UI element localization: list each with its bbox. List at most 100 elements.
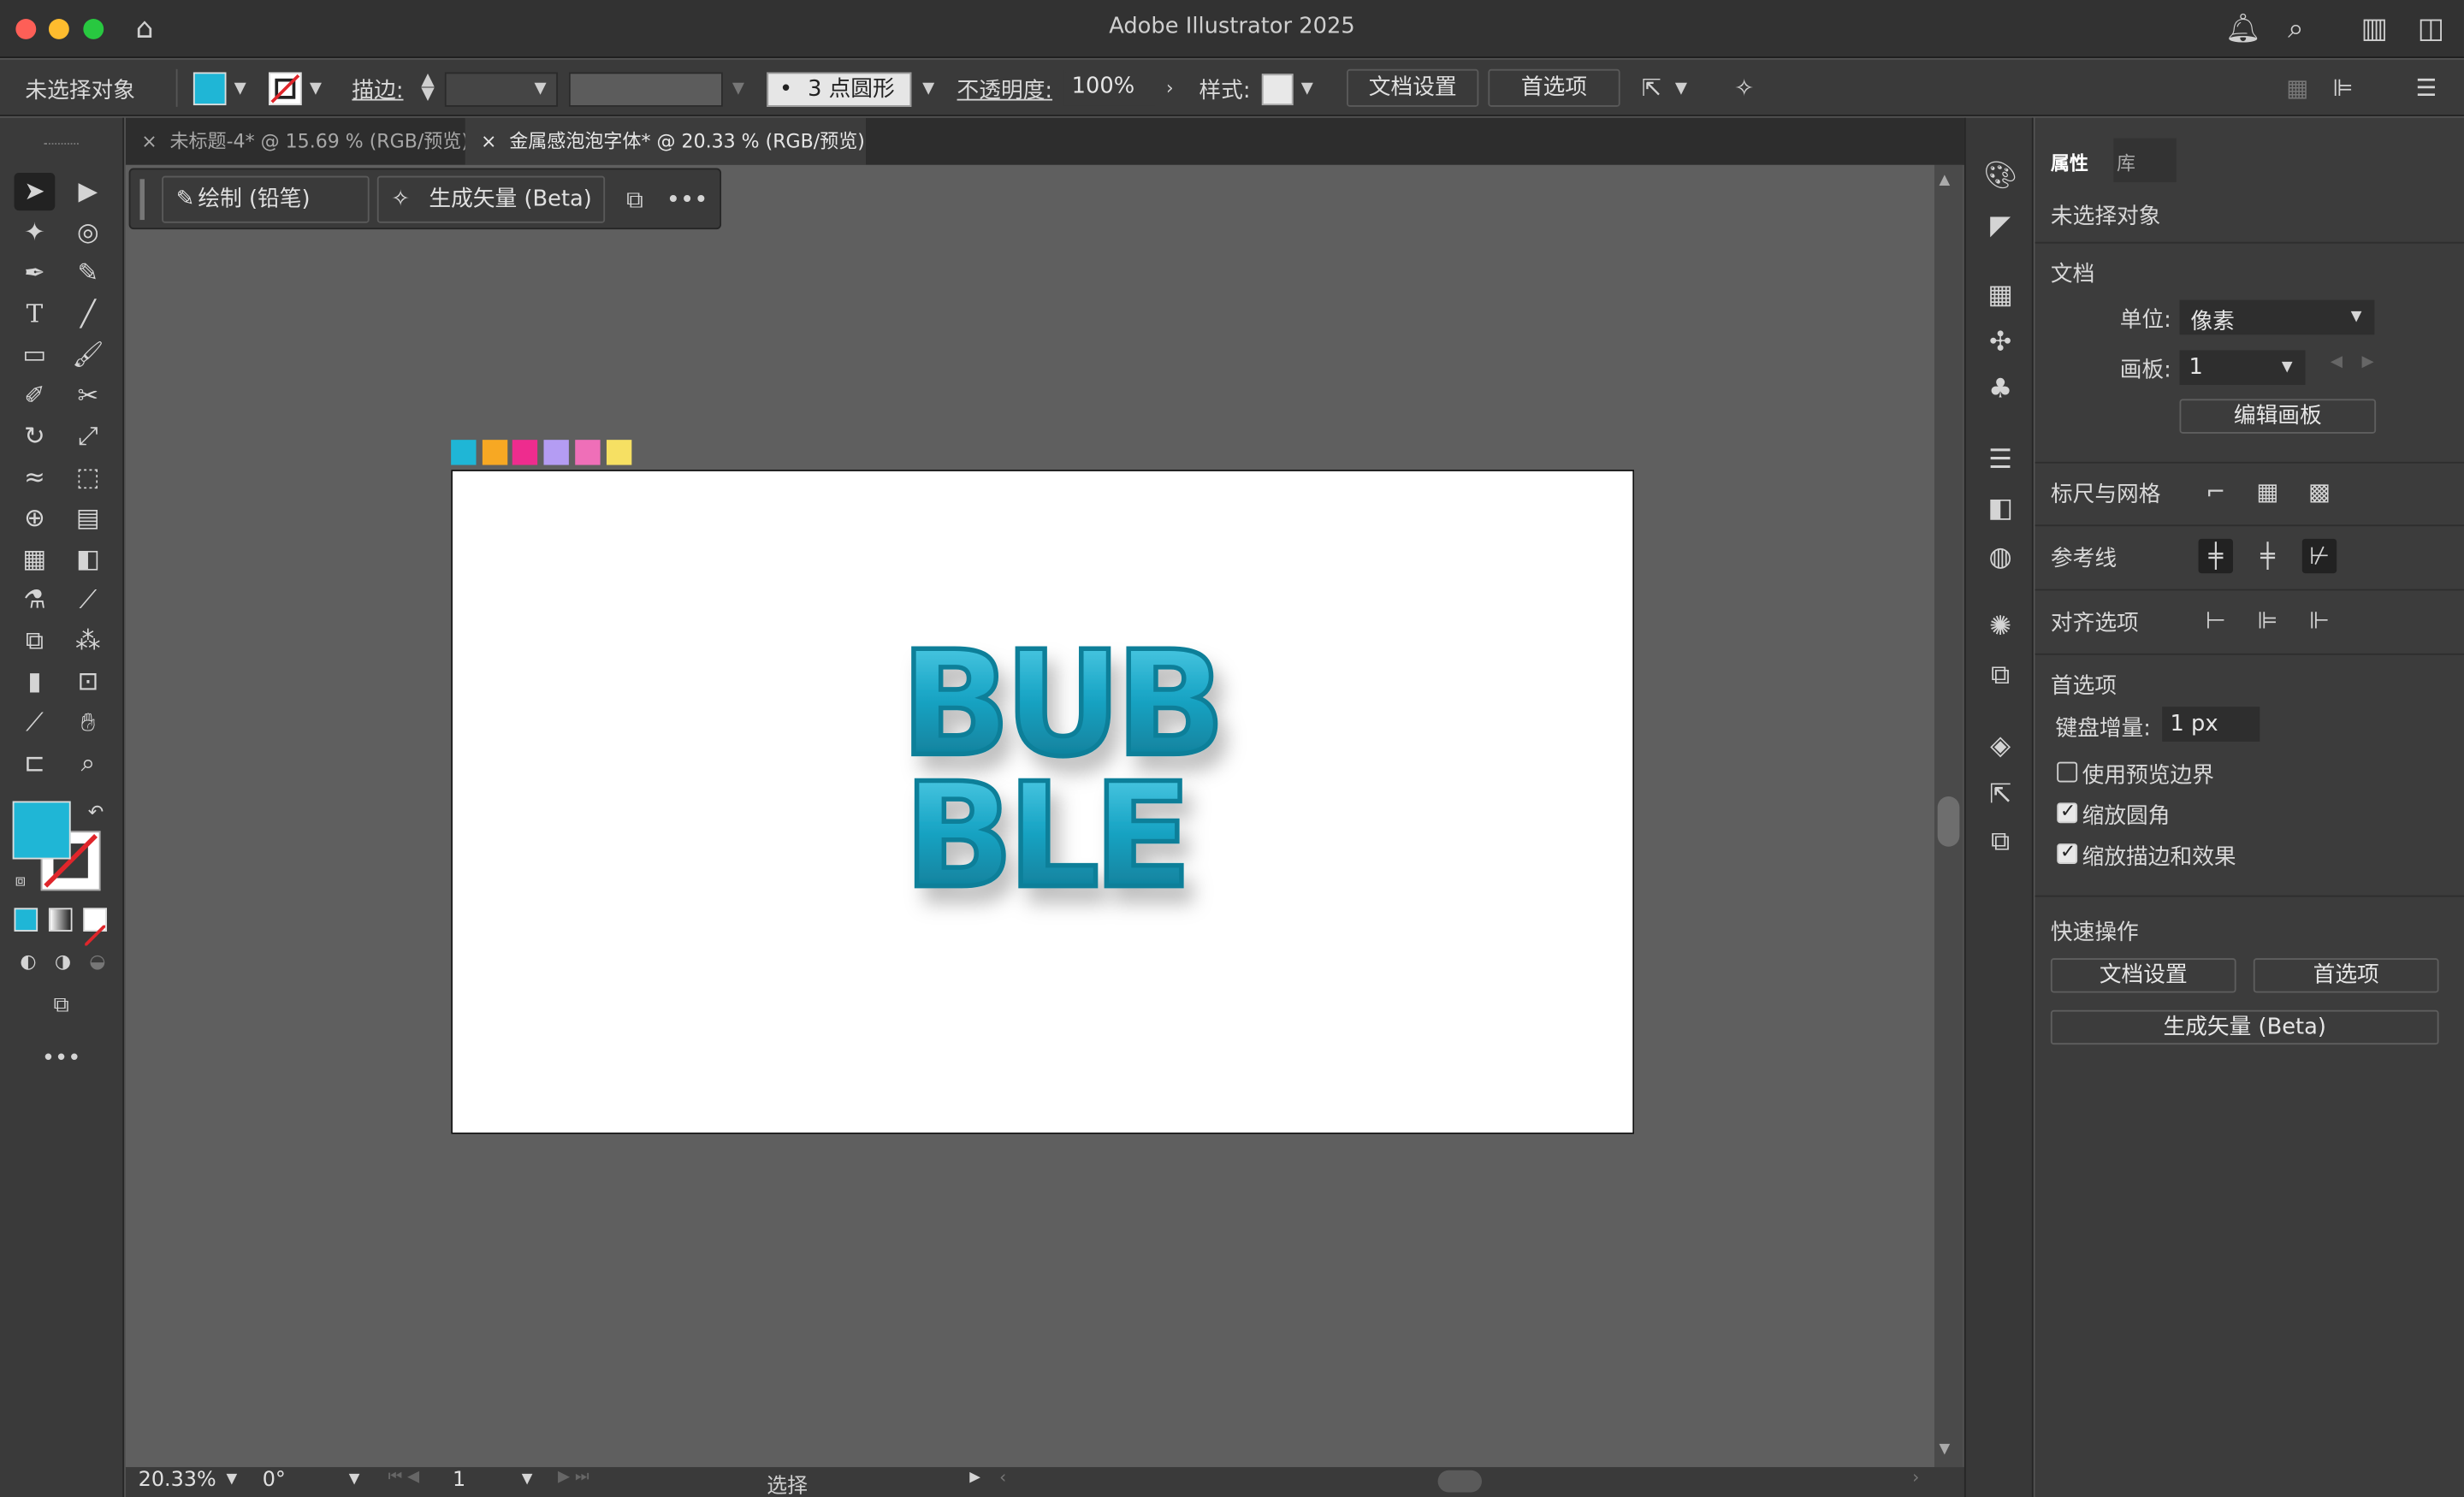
shape-builder-tool-icon[interactable]: ⊕ (15, 500, 56, 537)
chevron-down-icon[interactable]: ▼ (310, 80, 322, 98)
hand-tool-icon[interactable]: ✋︎ (68, 704, 109, 742)
fill-indicator[interactable] (12, 801, 71, 860)
artboards-panel-icon[interactable]: ⧉ (1983, 825, 2017, 859)
scale-corners-checkbox[interactable] (2057, 800, 2078, 824)
stroke-panel-icon[interactable]: ☰ (1983, 443, 2017, 477)
rotate-tool-icon[interactable]: ↻ (15, 417, 56, 455)
image-add-icon[interactable]: ⧉ (618, 182, 652, 216)
color-panel-icon[interactable]: 🎨︎ (1983, 158, 2017, 192)
first-artboard-icon[interactable]: ⏮ ◀ (388, 1469, 420, 1486)
warp-tool-icon[interactable]: ≈ (15, 459, 56, 496)
scroll-right-icon[interactable]: › (1912, 1467, 1919, 1488)
align-to-key-icon[interactable]: ⊩ (2302, 603, 2337, 637)
unit-select[interactable]: 像素 ▼ (2179, 299, 2375, 335)
panel-layout-icon[interactable]: ◫ (2414, 13, 2448, 47)
none-mode-icon[interactable] (83, 908, 107, 947)
close-icon[interactable]: × (481, 130, 496, 152)
type-tool-icon[interactable]: T (15, 295, 56, 333)
color-swatch-yellow[interactable] (606, 440, 632, 465)
brush-definition-select[interactable]: • 3 点圆形 (767, 72, 912, 107)
color-swatch-lavender[interactable] (543, 440, 569, 465)
preferences-button[interactable]: 首选项 (1488, 68, 1620, 107)
vertical-scrollbar[interactable]: ▲ ▼ (1934, 164, 1964, 1468)
blend-tool-icon[interactable]: ⧉ (15, 622, 56, 660)
brushes-panel-icon[interactable]: ✣ (1983, 325, 2017, 359)
generate-vector-button[interactable]: ✧ 生成矢量 (Beta) (376, 175, 606, 223)
search-icon[interactable]: ⌕ (2278, 13, 2313, 47)
print-tiling-tool-icon[interactable]: ⊏ (15, 744, 56, 782)
lasso-tool-icon[interactable]: ◎ (68, 214, 109, 251)
pen-tool-icon[interactable]: ✒ (15, 254, 56, 292)
mesh-tool-icon[interactable]: ▦ (15, 541, 56, 578)
fill-color-swatch[interactable] (192, 72, 227, 106)
column-graph-tool-icon[interactable]: ▮ (15, 663, 56, 701)
symbol-sprayer-tool-icon[interactable]: ⁂ (68, 622, 109, 660)
chevron-down-icon[interactable]: ▼ (1301, 80, 1313, 98)
free-transform-tool-icon[interactable]: ⬚ (68, 459, 109, 496)
appearance-panel-icon[interactable]: ✺ (1983, 609, 2017, 643)
color-swatch-pink[interactable] (575, 440, 601, 465)
default-colors-icon[interactable]: ⧈ (0, 862, 41, 900)
scale-tool-icon[interactable]: ⤢ (68, 417, 109, 455)
rotation-select[interactable]: 0° ▼ (258, 1468, 371, 1497)
workspace-switcher-icon[interactable]: ▥ (2357, 13, 2391, 47)
layers-panel-icon[interactable]: ◈ (1983, 729, 2017, 763)
eyedropper-tool-icon[interactable]: ⟋ (68, 581, 109, 618)
zoom-select[interactable]: 20.33% ▼ (132, 1468, 249, 1497)
smart-guides-icon[interactable]: ⊬ (2301, 538, 2337, 574)
gradient-mode-icon[interactable] (48, 908, 73, 932)
chevron-down-icon[interactable]: ▼ (1675, 80, 1687, 98)
scale-strokes-checkbox[interactable] (2057, 840, 2078, 864)
color-swatch-orange[interactable] (482, 440, 508, 465)
scroll-down-icon[interactable]: ▼ (1939, 1442, 1950, 1458)
bubble-text-artwork[interactable]: BUB BLE (453, 471, 1636, 1136)
lock-guides-icon[interactable]: ╪ (2250, 539, 2284, 573)
align-to-pixel-icon[interactable]: ⊢ (2199, 603, 2233, 637)
arrange-icon[interactable]: ⇱ (1634, 71, 1668, 105)
graphic-style-swatch[interactable] (1261, 74, 1294, 106)
magic-wand-tool-icon[interactable]: ✦ (15, 214, 56, 251)
document-setup-button[interactable]: 文档设置 (1347, 68, 1479, 107)
more-tools-icon[interactable]: ••• (41, 1040, 82, 1078)
horizontal-scroll-thumb[interactable] (1437, 1470, 1483, 1493)
stepper-icon[interactable]: ▲ ▼ (421, 71, 435, 103)
previous-artboard-icon[interactable]: ◀ (2331, 353, 2343, 370)
artboard-select[interactable]: 1 ▼ (2179, 350, 2306, 385)
curvature-tool-icon[interactable]: ✎ (68, 254, 109, 292)
draw-pencil-button[interactable]: ✎ 绘制 (铅笔) (162, 175, 370, 223)
slice-tool-icon[interactable]: ⟋ (15, 704, 56, 742)
grid-icon[interactable]: ▦ (2250, 475, 2284, 509)
scroll-thumb[interactable] (1937, 796, 1960, 847)
line-tool-icon[interactable]: ╱ (68, 295, 109, 333)
color-swatch-magenta[interactable] (512, 440, 538, 465)
opacity-label[interactable]: 不透明度: (957, 74, 1053, 105)
menu-icon[interactable]: ☰ (2409, 71, 2443, 105)
scroll-left-icon[interactable]: ‹ (999, 1467, 1006, 1488)
perspective-grid-tool-icon[interactable]: ▤ (68, 500, 109, 537)
asset-export-panel-icon[interactable]: ⇱ (1983, 778, 2017, 812)
gradient-panel-icon[interactable]: ◧ (1983, 492, 2017, 526)
tab-metallic-bubble-font[interactable]: × 金属感泡泡字体* @ 20.33 % (RGB/预览) (465, 117, 867, 165)
color-swatch-cyan[interactable] (451, 440, 477, 465)
quick-preferences-button[interactable]: 首选项 (2253, 958, 2439, 993)
scissors-tool-icon[interactable]: ✂ (68, 377, 109, 415)
quick-generate-vector-button[interactable]: 生成矢量 (Beta) (2050, 1009, 2439, 1045)
artboard-tool-icon[interactable]: ⊡ (68, 663, 109, 701)
paintbrush-tool-icon[interactable]: 🖌︎ (68, 336, 109, 374)
screen-mode-icon[interactable]: ⧉ (41, 986, 82, 1024)
shaper-tool-icon[interactable]: ✐ (15, 377, 56, 415)
tab-library[interactable]: 库 (2113, 138, 2177, 183)
show-guides-icon[interactable]: ╪ (2198, 538, 2233, 574)
edit-artboard-button[interactable]: 编辑画板 (2179, 399, 2377, 434)
scroll-up-icon[interactable]: ▲ (1939, 173, 1950, 188)
stroke-label[interactable]: 描边: (352, 74, 403, 105)
close-icon[interactable]: × (141, 130, 157, 152)
gradient-tool-icon[interactable]: ◧ (68, 541, 109, 578)
chevron-down-icon[interactable]: ▼ (534, 80, 546, 98)
zoom-tool-icon[interactable]: ⌕ (68, 744, 109, 782)
selection-tool-icon[interactable]: ➤ (14, 172, 56, 211)
last-artboard-icon[interactable]: ▶ ⏭ (558, 1469, 589, 1486)
chevron-down-icon[interactable]: ▼ (922, 80, 934, 98)
variable-width-profile[interactable] (568, 72, 723, 107)
use-preview-bounds-checkbox[interactable] (2057, 761, 2078, 783)
